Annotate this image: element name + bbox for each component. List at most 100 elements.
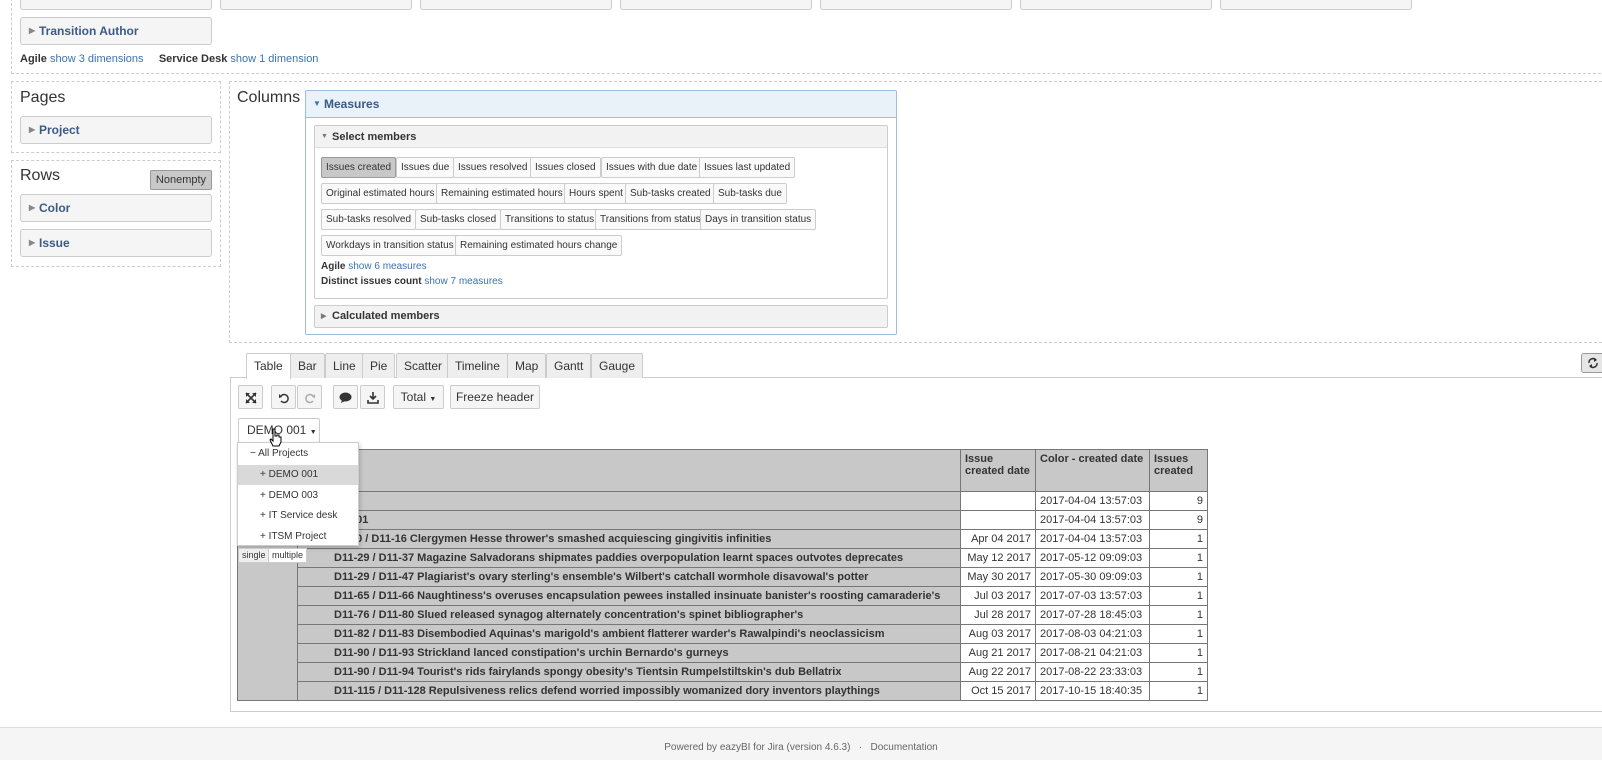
- member-original-estimated-hours[interactable]: Original estimated hours: [321, 183, 440, 204]
- table-row: D11-90 / D11-94 Tourist's rids fairyland…: [237, 662, 1208, 682]
- row-label[interactable]: D11-90 / D11-93 Strickland lanced consti…: [297, 643, 961, 663]
- nonempty-button[interactable]: Nonempty: [150, 170, 212, 190]
- total-dropdown[interactable]: Total ▼: [393, 385, 444, 409]
- freeze-header-button[interactable]: Freeze header: [450, 385, 540, 409]
- refresh-button[interactable]: [1581, 353, 1602, 373]
- measures-header[interactable]: ▼ Measures: [306, 91, 896, 118]
- tab-pie[interactable]: Pie: [362, 353, 396, 378]
- footer-separator: ·: [858, 742, 863, 753]
- project-dimension[interactable]: ▶ Project: [20, 116, 212, 144]
- issues-created-cell: 1: [1149, 662, 1208, 682]
- tab-gantt[interactable]: Gantt: [546, 353, 592, 378]
- caret-down-icon: ▼: [321, 133, 328, 140]
- member-days-in-transition-status[interactable]: Days in transition status: [700, 209, 817, 230]
- caret-down-icon: ▼: [309, 429, 317, 436]
- tab-map[interactable]: Map: [507, 353, 547, 378]
- row-label[interactable]: D11-65 / D11-66 Naughtiness's overuses e…: [297, 586, 961, 606]
- calculated-members-panel[interactable]: ▶ Calculated members: [314, 305, 888, 328]
- fullscreen-button[interactable]: [238, 385, 263, 409]
- row-spacer: [237, 605, 298, 625]
- powered-by-text: Powered by eazyBI for Jira (version 4.6.…: [664, 742, 851, 753]
- issue-created-date-cell: Aug 03 2017: [960, 624, 1036, 644]
- show-agile-dimensions-link[interactable]: show 3 dimensions: [50, 53, 144, 65]
- issues-created-cell: 1: [1149, 529, 1208, 549]
- row-label[interactable]: D11-115 / D11-128 Repulsiveness relics d…: [297, 681, 961, 701]
- dropdown-item-demo-003[interactable]: + DEMO 003: [238, 486, 358, 506]
- hand-cursor-icon: [269, 428, 282, 447]
- dimension-button[interactable]: [820, 0, 1012, 10]
- tab-table[interactable]: Table: [246, 353, 291, 379]
- select-members-header[interactable]: ▼ Select members: [315, 126, 887, 148]
- show-service-desk-dimension-link[interactable]: show 1 dimension: [230, 53, 318, 65]
- tab-timeline[interactable]: Timeline: [447, 353, 508, 378]
- dimension-button[interactable]: [20, 0, 212, 10]
- dropdown-item-all-projects[interactable]: − All Projects: [238, 444, 358, 464]
- member-issues-resolved[interactable]: Issues resolved: [453, 157, 533, 178]
- caret-down-icon: ▼: [429, 396, 437, 403]
- member-sub-tasks-closed[interactable]: Sub-tasks closed: [415, 209, 502, 230]
- member-sub-tasks-created[interactable]: Sub-tasks created: [625, 183, 716, 204]
- dimension-button[interactable]: [1220, 0, 1412, 10]
- tab-line[interactable]: Line: [325, 353, 364, 378]
- row-label[interactable]: D11-29 / D11-47 Plagiarist's ovary sterl…: [297, 567, 961, 587]
- member-issues-with-due-date[interactable]: Issues with due date: [601, 157, 703, 178]
- row-label[interactable]: 10 / D11-16 Clergymen Hesse thrower's sm…: [297, 529, 961, 549]
- tab-bar[interactable]: Bar: [290, 353, 325, 378]
- dropdown-item-it-service-desk[interactable]: + IT Service desk: [238, 506, 358, 526]
- column-header[interactable]: Issue created date: [960, 449, 1036, 492]
- issue-dimension[interactable]: ▶ Issue: [20, 229, 212, 257]
- comment-button[interactable]: [333, 385, 358, 409]
- row-label[interactable]: D11-82 / D11-83 Disembodied Aquinas's ma…: [297, 624, 961, 644]
- color-created-date-cell: 2017-07-28 18:45:03: [1035, 605, 1150, 625]
- documentation-link[interactable]: Documentation: [870, 742, 937, 753]
- member-remaining-estimated-hours[interactable]: Remaining estimated hours: [436, 183, 568, 204]
- show-agile-measures-link[interactable]: show 6 measures: [348, 261, 426, 272]
- download-icon: [366, 391, 379, 404]
- single-select-toggle[interactable]: single: [238, 548, 270, 563]
- member-issues-last-updated[interactable]: Issues last updated: [699, 157, 796, 178]
- dropdown-item-demo-001[interactable]: + DEMO 001: [238, 465, 358, 485]
- row-label[interactable]: D11-29 / D11-37 Magazine Salvadorans shi…: [297, 548, 961, 568]
- color-dimension[interactable]: ▶ Color: [20, 194, 212, 222]
- row-spacer: [237, 662, 298, 682]
- show-distinct-measures-link[interactable]: show 7 measures: [424, 276, 502, 287]
- dropdown-item-itsm-project[interactable]: + ITSM Project: [238, 527, 358, 547]
- member-hours-spent[interactable]: Hours spent: [564, 183, 628, 204]
- color-created-date-cell: 2017-08-22 23:33:03: [1035, 662, 1150, 682]
- member-transitions-from-status[interactable]: Transitions from status: [595, 209, 706, 230]
- dimension-button[interactable]: [220, 0, 412, 10]
- member-sub-tasks-due[interactable]: Sub-tasks due: [713, 183, 787, 204]
- table-row: 001 2017-04-04 13:57:03 9: [237, 510, 1208, 530]
- tab-scatter[interactable]: Scatter: [396, 353, 451, 378]
- row-label[interactable]: 001: [297, 510, 961, 530]
- member-issues-created[interactable]: Issues created: [321, 157, 397, 178]
- issues-created-cell: 1: [1149, 567, 1208, 587]
- row-label[interactable]: D11-76 / D11-80 Slued released synagog a…: [297, 605, 961, 625]
- redo-button[interactable]: [297, 385, 322, 409]
- member-issues-closed[interactable]: Issues closed: [530, 157, 601, 178]
- issues-created-cell: 1: [1149, 643, 1208, 663]
- dimension-button[interactable]: [420, 0, 612, 10]
- issues-created-cell: 1: [1149, 681, 1208, 701]
- export-button[interactable]: [360, 385, 385, 409]
- column-header[interactable]: Color - created date: [1035, 449, 1150, 492]
- table-row: D11-29 / D11-47 Plagiarist's ovary sterl…: [237, 567, 1208, 587]
- table-row: D11-29 / D11-37 Magazine Salvadorans shi…: [237, 548, 1208, 568]
- transition-author-dimension[interactable]: ▶ Transition Author: [20, 17, 212, 45]
- tab-gauge[interactable]: Gauge: [591, 353, 644, 378]
- member-sub-tasks-resolved[interactable]: Sub-tasks resolved: [321, 209, 417, 230]
- dimension-button[interactable]: [620, 0, 812, 10]
- caret-right-icon: ▶: [321, 313, 327, 320]
- member-remaining-estimated-hours-change[interactable]: Remaining estimated hours change: [455, 235, 623, 256]
- more-dimensions-row: Agile show 3 dimensions Service Desk sho…: [20, 53, 319, 65]
- column-header[interactable]: Issues created: [1149, 449, 1208, 492]
- dimension-button[interactable]: [1020, 0, 1212, 10]
- minus-icon: −: [250, 448, 256, 459]
- undo-button[interactable]: [271, 385, 296, 409]
- member-transitions-to-status[interactable]: Transitions to status: [500, 209, 600, 230]
- multiple-select-toggle[interactable]: multiple: [268, 548, 308, 563]
- member-workdays-in-transition-status[interactable]: Workdays in transition status: [321, 235, 459, 256]
- row-spacer: [237, 586, 298, 606]
- member-issues-due[interactable]: Issues due: [396, 157, 455, 178]
- row-label[interactable]: D11-90 / D11-94 Tourist's rids fairyland…: [297, 662, 961, 682]
